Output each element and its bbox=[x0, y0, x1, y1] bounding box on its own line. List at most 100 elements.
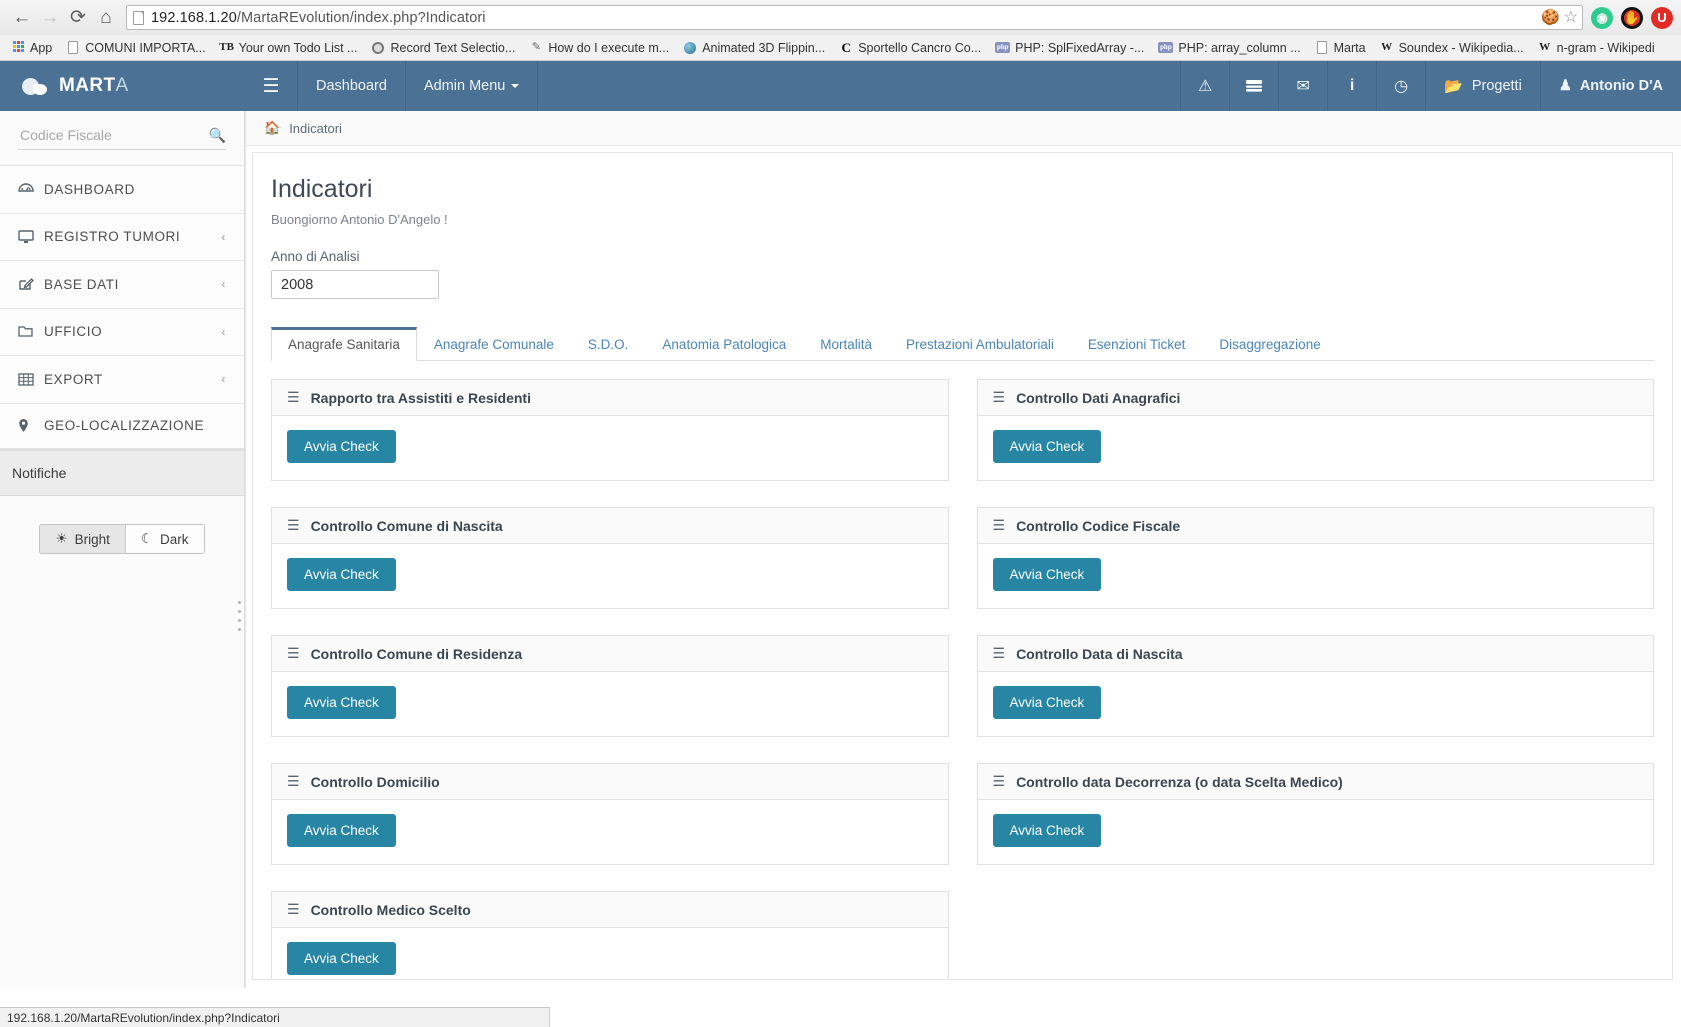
bookmark-star-icon[interactable]: ☆ bbox=[1564, 10, 1578, 26]
tab-disaggregazione[interactable]: Disaggregazione bbox=[1202, 327, 1337, 361]
nav-progetti[interactable]: 📂 Progetti bbox=[1425, 61, 1540, 111]
search-icon[interactable]: 🔍 bbox=[209, 127, 226, 144]
blocked-cookie-icon[interactable]: 🍪 bbox=[1541, 10, 1560, 25]
sun-icon: ☀ bbox=[55, 531, 67, 547]
bookmark-apps[interactable]: App bbox=[4, 37, 59, 58]
bookmark-label: COMUNI IMPORTA... bbox=[85, 41, 205, 55]
greeting-text: Buongiorno Antonio D'Angelo ! bbox=[271, 212, 1654, 227]
browser-chrome: ← → ⟳ ⌂ 192.168.1.20/MartaREvolution/ind… bbox=[0, 0, 1681, 61]
hamburger-menu-icon: ☰ bbox=[287, 773, 300, 790]
nav-admin-menu[interactable]: Admin Menu bbox=[405, 61, 537, 111]
avvia-check-button[interactable]: Avvia Check bbox=[287, 686, 396, 719]
avvia-check-button[interactable]: Avvia Check bbox=[287, 814, 396, 847]
bookmark-label: Sportello Cancro Co... bbox=[858, 41, 981, 55]
sidebar-item-ufficio[interactable]: UFFICIO ‹ bbox=[0, 309, 244, 357]
bookmark-item[interactable]: C Sportello Cancro Co... bbox=[832, 37, 988, 58]
bookmark-item[interactable]: ✎ How do I execute m... bbox=[522, 37, 676, 58]
info-icon[interactable]: i bbox=[1327, 61, 1376, 111]
panel-title: Controllo Comune di Residenza bbox=[311, 646, 523, 662]
map-pin-icon bbox=[18, 418, 44, 433]
table-grid-icon bbox=[18, 373, 44, 386]
bookmark-item[interactable]: W Soundex - Wikipedia... bbox=[1373, 37, 1531, 58]
panel-controllo-dati-anagrafici: ☰ Controllo Dati Anagrafici Avvia Check bbox=[977, 379, 1655, 481]
reload-icon[interactable]: ⟳ bbox=[64, 4, 92, 32]
nav-user-menu[interactable]: ♟ Antonio D'A bbox=[1540, 61, 1681, 111]
avvia-check-button[interactable]: Avvia Check bbox=[993, 814, 1102, 847]
sidebar-resize-handle[interactable] bbox=[236, 601, 242, 631]
back-arrow-icon[interactable]: ← bbox=[8, 4, 36, 32]
nav-dashboard[interactable]: Dashboard bbox=[297, 61, 405, 111]
tab-sdo[interactable]: S.D.O. bbox=[571, 327, 646, 361]
brand-name-tail: A bbox=[115, 75, 128, 97]
tab-anagrafe-comunale[interactable]: Anagrafe Comunale bbox=[417, 327, 571, 361]
search-input[interactable] bbox=[18, 126, 209, 144]
tab-anatomia-patologica[interactable]: Anatomia Patologica bbox=[645, 327, 803, 361]
avvia-check-button[interactable]: Avvia Check bbox=[993, 430, 1102, 463]
brand-name: MART bbox=[59, 75, 115, 97]
nav-progetti-label: Progetti bbox=[1472, 78, 1522, 94]
year-input[interactable] bbox=[271, 270, 439, 299]
panel-header: ☰ Controllo Domicilio bbox=[272, 764, 948, 800]
server-icon[interactable] bbox=[1229, 61, 1278, 111]
bookmark-item[interactable]: W n-gram - Wikipedi bbox=[1531, 37, 1662, 58]
theme-bright-button[interactable]: ☀ Bright bbox=[40, 525, 124, 553]
envelope-icon[interactable]: ✉ bbox=[1278, 61, 1327, 111]
theme-dark-button[interactable]: ☾ Dark bbox=[125, 525, 204, 553]
address-bar[interactable]: 192.168.1.20/MartaREvolution/index.php?I… bbox=[126, 5, 1583, 30]
clock-icon[interactable]: ◷ bbox=[1376, 61, 1425, 111]
home-icon[interactable]: 🏠 bbox=[264, 120, 280, 136]
hamburger-menu-icon: ☰ bbox=[993, 645, 1006, 662]
browser-toolbar: ← → ⟳ ⌂ 192.168.1.20/MartaREvolution/ind… bbox=[0, 0, 1681, 35]
brand-logo[interactable]: MARTA bbox=[0, 61, 245, 111]
avvia-check-button[interactable]: Avvia Check bbox=[287, 430, 396, 463]
avvia-check-button[interactable]: Avvia Check bbox=[287, 558, 396, 591]
tab-prestazioni-ambulatoriali[interactable]: Prestazioni Ambulatoriali bbox=[889, 327, 1071, 361]
indicator-panels: ☰ Rapporto tra Assistiti e Residenti Avv… bbox=[271, 361, 1654, 980]
panel-column-right: ☰ Controllo Dati Anagrafici Avvia Check … bbox=[977, 379, 1655, 980]
panel-body: Avvia Check bbox=[978, 544, 1654, 608]
bookmark-item[interactable]: COMUNI IMPORTA... bbox=[59, 37, 212, 58]
sidebar-item-dashboard[interactable]: DASHBOARD bbox=[0, 166, 244, 214]
sidebar-item-registro-tumori[interactable]: REGISTRO TUMORI ‹ bbox=[0, 214, 244, 262]
hamburger-menu-icon: ☰ bbox=[287, 389, 300, 406]
year-field-label: Anno di Analisi bbox=[271, 249, 1654, 264]
bookmark-item[interactable]: Marta bbox=[1308, 37, 1373, 58]
bookmark-item[interactable]: Record Text Selectio... bbox=[364, 37, 522, 58]
nav-user-label: Antonio D'A bbox=[1580, 78, 1663, 94]
avvia-check-button[interactable]: Avvia Check bbox=[993, 686, 1102, 719]
avvia-check-button[interactable]: Avvia Check bbox=[993, 558, 1102, 591]
php-icon: php bbox=[995, 42, 1010, 53]
bookmark-item[interactable]: php PHP: array_column ... bbox=[1151, 37, 1307, 58]
document-icon bbox=[1315, 41, 1329, 55]
home-icon[interactable]: ⌂ bbox=[92, 4, 120, 32]
tab-mortalita[interactable]: Mortalità bbox=[803, 327, 889, 361]
top-navbar: MARTA ☰ Dashboard Admin Menu ⚠ ✉ i ◷ 📂 bbox=[0, 61, 1681, 111]
sidebar-item-label: BASE DATI bbox=[44, 277, 221, 292]
warning-icon[interactable]: ⚠ bbox=[1180, 61, 1229, 111]
extension-adblock-icon[interactable]: ✋ bbox=[1621, 7, 1643, 29]
sidebar-item-base-dati[interactable]: BASE DATI ‹ bbox=[0, 261, 244, 309]
bookmark-item[interactable]: php PHP: SplFixedArray -... bbox=[988, 37, 1151, 58]
avvia-check-button[interactable]: Avvia Check bbox=[287, 942, 396, 975]
panel-controllo-medico-scelto: ☰ Controllo Medico Scelto Avvia Check bbox=[271, 891, 949, 980]
breadcrumb-current: Indicatori bbox=[289, 121, 342, 136]
panel-header: ☰ Rapporto tra Assistiti e Residenti bbox=[272, 380, 948, 416]
theme-switcher: ☀ Bright ☾ Dark bbox=[0, 496, 244, 988]
tab-esenzioni-ticket[interactable]: Esenzioni Ticket bbox=[1071, 327, 1203, 361]
panel-title: Controllo Medico Scelto bbox=[311, 902, 471, 918]
marta-logo-icon bbox=[22, 77, 48, 96]
panel-body: Avvia Check bbox=[272, 416, 948, 480]
wikipedia-icon: W bbox=[1538, 41, 1552, 55]
extension-red-icon[interactable]: U bbox=[1651, 7, 1673, 29]
tab-anagrafe-sanitaria[interactable]: Anagrafe Sanitaria bbox=[271, 327, 417, 361]
sidebar-item-export[interactable]: EXPORT ‹ bbox=[0, 356, 244, 404]
extension-green-icon[interactable]: ◉ bbox=[1591, 7, 1613, 29]
panel-title: Controllo Codice Fiscale bbox=[1016, 518, 1180, 534]
sidebar-item-geo-localizzazione[interactable]: GEO-LOCALIZZAZIONE bbox=[0, 404, 244, 452]
panel-title: Rapporto tra Assistiti e Residenti bbox=[311, 390, 531, 406]
bookmark-item[interactable]: Animated 3D Flippin... bbox=[676, 37, 832, 58]
bookmark-label: Marta bbox=[1334, 41, 1366, 55]
bookmark-item[interactable]: TB Your own Todo List ... bbox=[213, 37, 365, 58]
hamburger-menu-icon[interactable]: ☰ bbox=[245, 61, 297, 111]
browser-status-bar: 192.168.1.20/MartaREvolution/index.php?I… bbox=[0, 1007, 550, 1027]
